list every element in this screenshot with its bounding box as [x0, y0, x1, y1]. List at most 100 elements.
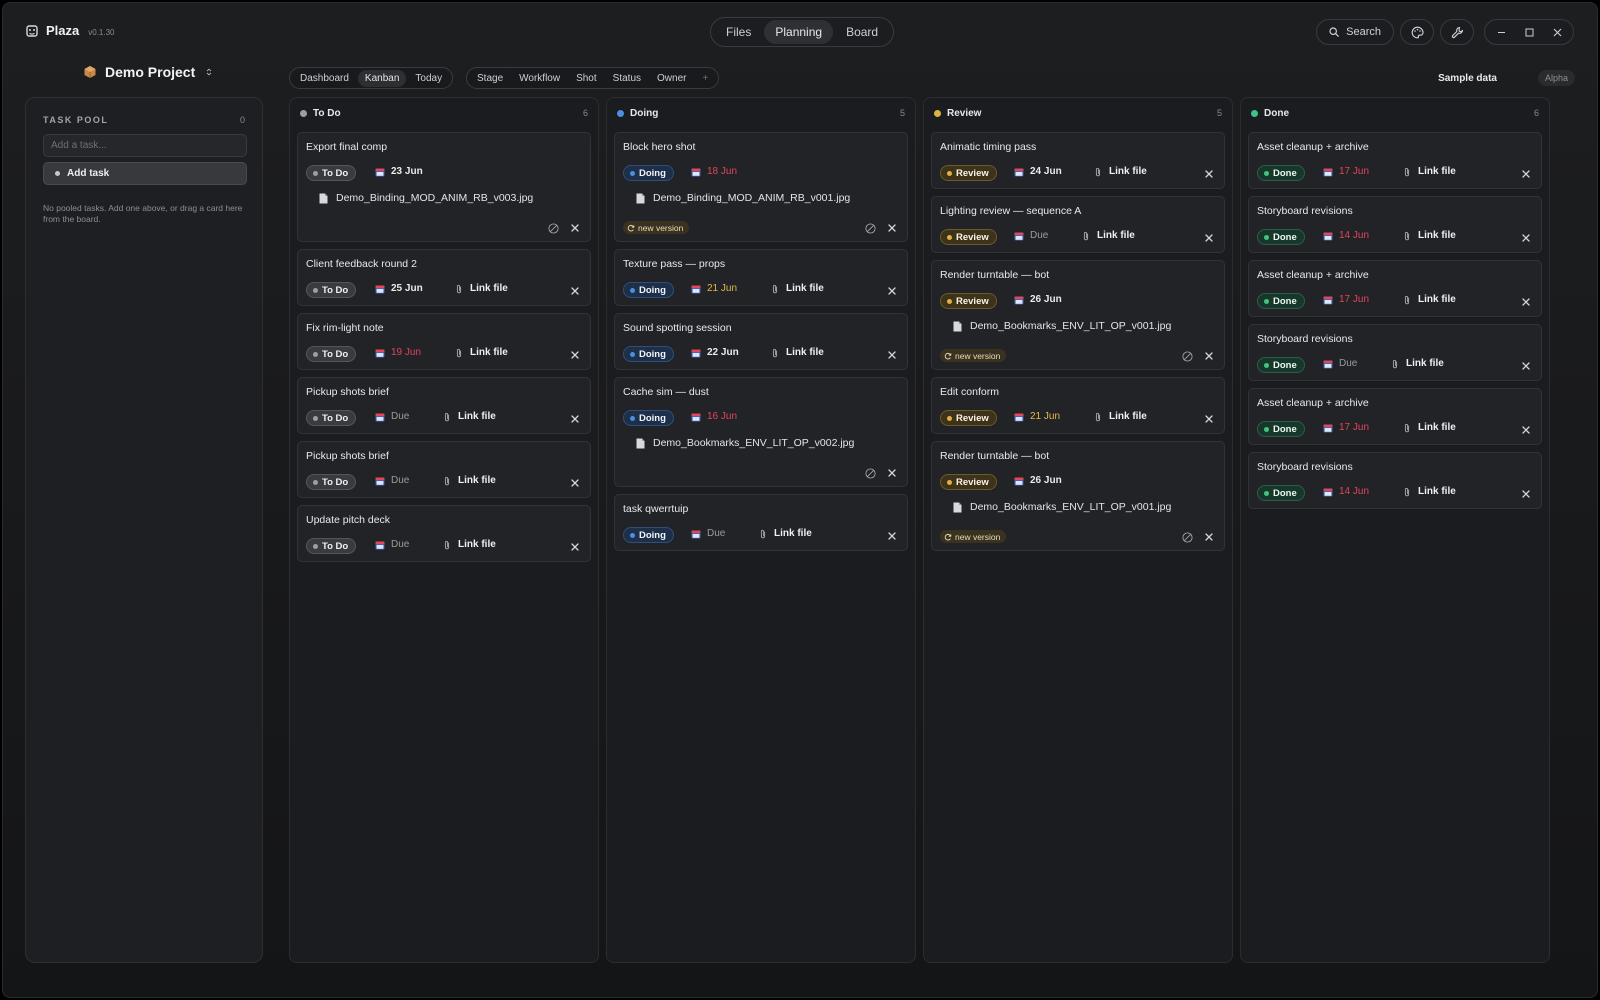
due-date[interactable]: 14 Jun — [1323, 486, 1369, 497]
link-file-button[interactable]: Link file — [1391, 358, 1444, 369]
task-title[interactable]: Export final comp — [306, 141, 387, 153]
unlink-icon[interactable] — [864, 467, 876, 479]
link-file-button[interactable]: Link file — [1094, 166, 1147, 177]
task-card[interactable]: Pickup shots brief To Do Due Link file — [297, 377, 591, 434]
status-badge[interactable]: Review — [940, 474, 997, 490]
task-card[interactable]: Asset cleanup + archive Done 17 Jun Link fi… — [1248, 260, 1542, 317]
due-date[interactable]: Due — [1014, 230, 1048, 241]
add-task-button[interactable]: Add task — [43, 162, 247, 185]
task-title[interactable]: Storyboard revisions — [1257, 461, 1353, 473]
link-file-button[interactable]: Link file — [443, 539, 496, 550]
due-date[interactable]: 22 Jun — [691, 347, 739, 358]
theme-button[interactable] — [1400, 19, 1434, 45]
link-file-button[interactable]: Link file — [1403, 294, 1456, 305]
status-badge[interactable]: To Do — [306, 346, 357, 362]
linked-file[interactable]: Demo_Bookmarks_ENV_LIT_OP_v001.jpg — [953, 501, 1171, 513]
status-badge[interactable]: Done — [1257, 165, 1305, 181]
status-badge[interactable]: Review — [940, 293, 997, 309]
status-badge[interactable]: To Do — [306, 474, 357, 490]
task-title[interactable]: Asset cleanup + archive — [1257, 141, 1369, 153]
task-card[interactable]: Texture pass — props Doing 21 Jun Link file — [614, 249, 908, 306]
unlink-icon[interactable] — [864, 222, 876, 234]
task-card[interactable]: Asset cleanup + archive Done 17 Jun Link fi… — [1248, 388, 1542, 445]
remove-icon[interactable] — [569, 477, 581, 489]
task-title[interactable]: Storyboard revisions — [1257, 205, 1353, 217]
status-badge[interactable]: To Do — [306, 538, 357, 554]
task-title[interactable]: Texture pass — props — [623, 258, 725, 270]
link-file-button[interactable]: Link file — [1403, 422, 1456, 433]
unlink-icon[interactable] — [1181, 531, 1193, 543]
status-badge[interactable]: Review — [940, 229, 997, 245]
status-badge[interactable]: Doing — [623, 410, 674, 426]
minimize-icon[interactable] — [1489, 22, 1513, 42]
new-version-badge[interactable]: new version — [623, 221, 690, 234]
group-owner[interactable]: Owner — [650, 70, 693, 87]
remove-icon[interactable] — [1203, 168, 1215, 180]
task-title[interactable]: Fix rim-light note — [306, 322, 384, 334]
due-date[interactable]: 21 Jun — [691, 283, 737, 294]
task-title[interactable]: Block hero shot — [623, 141, 695, 153]
due-date[interactable]: 26 Jun — [1014, 475, 1062, 486]
link-file-button[interactable]: Link file — [771, 283, 824, 294]
due-date[interactable]: Due — [375, 539, 409, 550]
task-title[interactable]: Animatic timing pass — [940, 141, 1036, 153]
task-card[interactable]: Lighting review — sequence A Review Due Lin… — [931, 196, 1225, 253]
remove-icon[interactable] — [1520, 360, 1532, 372]
task-title[interactable]: Render turntable — bot — [940, 269, 1049, 281]
close-window-icon[interactable] — [1545, 22, 1569, 42]
tab-files[interactable]: Files — [715, 20, 762, 44]
due-date[interactable]: 19 Jun — [375, 347, 421, 358]
task-card[interactable]: Storyboard revisions Done 14 Jun Link file — [1248, 452, 1542, 509]
task-title[interactable]: Update pitch deck — [306, 514, 390, 526]
remove-icon[interactable] — [569, 222, 581, 234]
task-card[interactable]: task qwerrtuip Doing Due Link file — [614, 494, 908, 551]
status-badge[interactable]: Done — [1257, 229, 1305, 245]
remove-icon[interactable] — [569, 349, 581, 361]
task-card[interactable]: Export final comp To Do 23 Jun Demo_Binding… — [297, 132, 591, 242]
due-date[interactable]: 16 Jun — [691, 411, 737, 422]
search-button[interactable]: Search — [1316, 19, 1394, 45]
remove-icon[interactable] — [1520, 296, 1532, 308]
status-badge[interactable]: Done — [1257, 421, 1305, 437]
due-date[interactable]: 18 Jun — [691, 166, 737, 177]
unlink-icon[interactable] — [547, 222, 559, 234]
status-badge[interactable]: Doing — [623, 282, 674, 298]
due-date[interactable]: 14 Jun — [1323, 230, 1369, 241]
remove-icon[interactable] — [1203, 531, 1215, 543]
task-title[interactable]: Storyboard revisions — [1257, 333, 1353, 345]
task-card[interactable]: Render turntable — bot Review 26 Jun Demo_B… — [931, 441, 1225, 551]
status-badge[interactable]: Done — [1257, 357, 1305, 373]
task-title[interactable]: Client feedback round 2 — [306, 258, 417, 270]
task-card[interactable]: Animatic timing pass Review 24 Jun Link fil… — [931, 132, 1225, 189]
status-badge[interactable]: Done — [1257, 293, 1305, 309]
due-date[interactable]: 17 Jun — [1323, 422, 1369, 433]
new-version-badge[interactable]: new version — [940, 530, 1007, 543]
task-title[interactable]: Sound spotting session — [623, 322, 732, 334]
status-badge[interactable]: Done — [1257, 485, 1305, 501]
remove-icon[interactable] — [886, 222, 898, 234]
status-badge[interactable]: Doing — [623, 346, 674, 362]
task-title[interactable]: task qwerrtuip — [623, 503, 688, 515]
link-file-button[interactable]: Link file — [455, 347, 508, 358]
task-card[interactable]: Pickup shots brief To Do Due Link file — [297, 441, 591, 498]
remove-icon[interactable] — [569, 413, 581, 425]
remove-icon[interactable] — [1203, 350, 1215, 362]
task-title[interactable]: Asset cleanup + archive — [1257, 269, 1369, 281]
task-card[interactable]: Asset cleanup + archive Done 17 Jun Link fi… — [1248, 132, 1542, 189]
tab-planning[interactable]: Planning — [764, 20, 834, 44]
task-card[interactable]: Fix rim-light note To Do 19 Jun Link file — [297, 313, 591, 370]
remove-icon[interactable] — [1520, 232, 1532, 244]
task-title[interactable]: Pickup shots brief — [306, 386, 389, 398]
group-stage[interactable]: Stage — [470, 70, 510, 87]
task-card[interactable]: Update pitch deck To Do Due Link file — [297, 505, 591, 562]
tab-today[interactable]: Today — [408, 70, 449, 87]
linked-file[interactable]: Demo_Binding_MOD_ANIM_RB_v003.jpg — [319, 192, 533, 204]
remove-icon[interactable] — [569, 285, 581, 297]
remove-icon[interactable] — [1520, 488, 1532, 500]
tab-dashboard[interactable]: Dashboard — [293, 70, 356, 87]
due-date[interactable]: 17 Jun — [1323, 166, 1369, 177]
due-date[interactable]: 23 Jun — [375, 166, 423, 177]
due-date[interactable]: 21 Jun — [1014, 411, 1060, 422]
link-file-button[interactable]: Link file — [759, 528, 812, 539]
link-file-button[interactable]: Link file — [1403, 166, 1456, 177]
